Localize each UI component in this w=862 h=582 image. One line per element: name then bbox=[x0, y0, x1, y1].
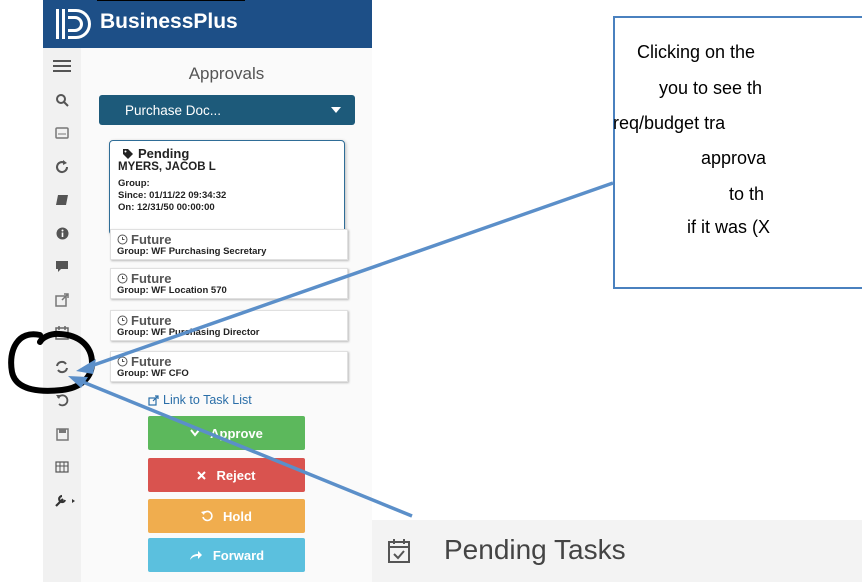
callout-arrow-head bbox=[76, 359, 96, 374]
annotation-overlay bbox=[8, 181, 614, 518]
inset-arrow bbox=[77, 378, 413, 518]
callout-arrow bbox=[87, 181, 614, 369]
